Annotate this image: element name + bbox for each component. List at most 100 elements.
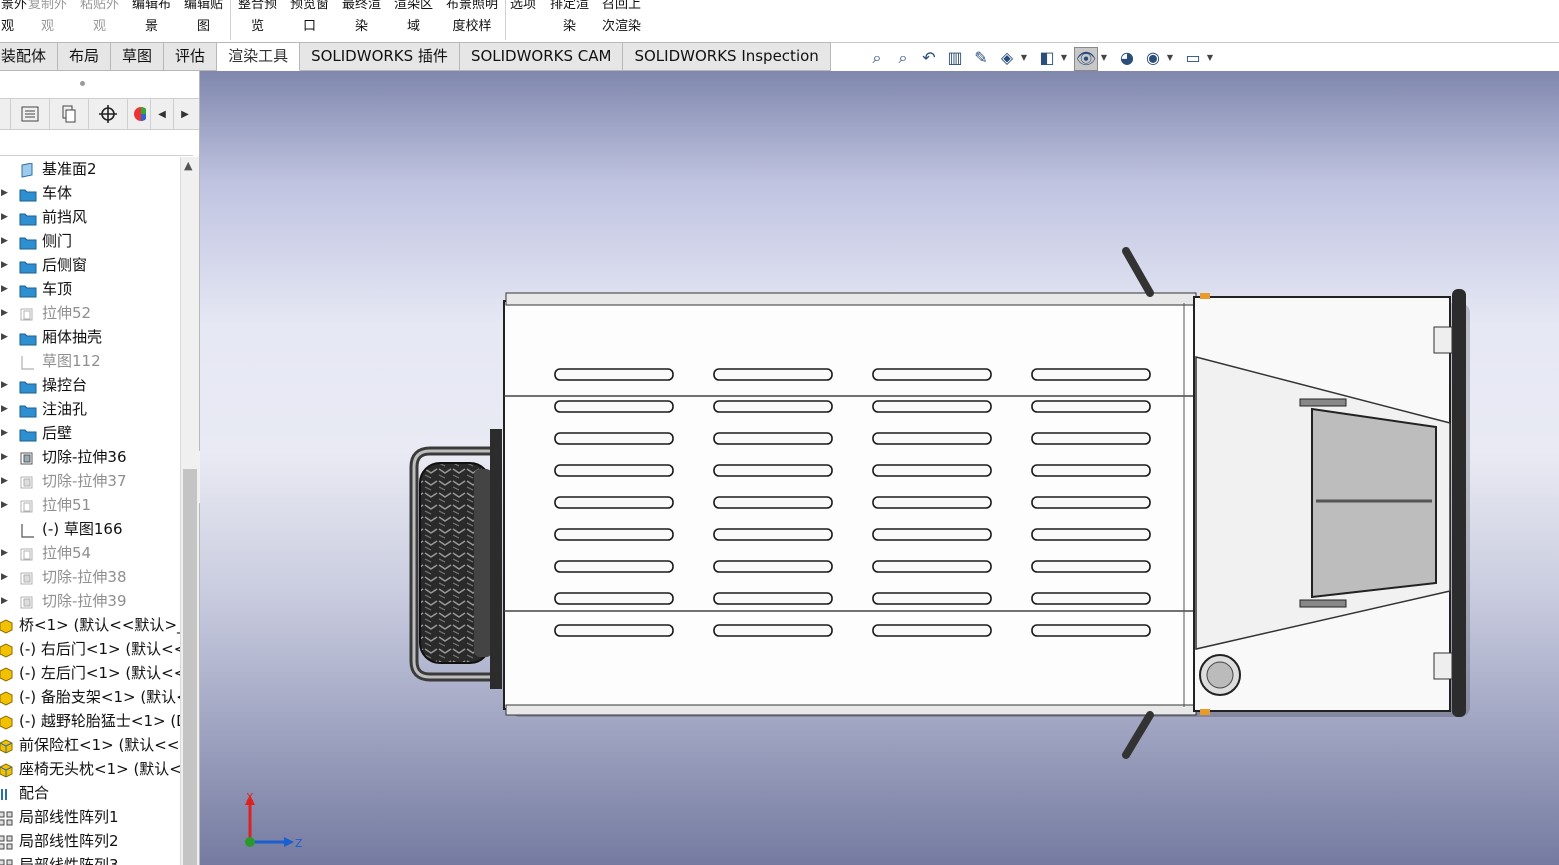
dimxpert-tab[interactable] (89, 99, 128, 129)
tree-node[interactable]: 座椅无头枕<1> (默认<< (0, 757, 180, 781)
scroll-up-icon[interactable]: ▲ (184, 159, 192, 172)
hide-show-items-icon[interactable]: 👁 (1074, 47, 1098, 71)
ribbon-button[interactable]: 编辑贴 图 (184, 0, 223, 38)
tab-scroll-right-button[interactable]: ▶ (174, 99, 196, 129)
tree-node[interactable]: (-) 左后门<1> (默认<<默 (0, 661, 180, 685)
chevron-down-icon[interactable]: ▼ (1100, 47, 1108, 69)
ribbon-button[interactable]: 整合预 览 (238, 0, 277, 38)
ribbon-button[interactable]: 编辑布 景 (132, 0, 171, 38)
tree-node[interactable]: ▶ 侧门 (0, 229, 180, 253)
tree-node[interactable]: ▶ 车顶 (0, 277, 180, 301)
tree-node[interactable]: (-) 备胎支架<1> (默认<< (0, 685, 180, 709)
ribbon-button[interactable]: 渲染区 域 (394, 0, 433, 38)
ribbon-button[interactable]: 复制外 观 (28, 0, 67, 38)
tree-node[interactable]: 局部线性阵列2 (0, 829, 180, 853)
chevron-down-icon[interactable]: ▼ (1166, 47, 1174, 69)
tree-node[interactable]: 配合 (0, 781, 180, 805)
tree-node[interactable]: 草图112 (0, 349, 180, 373)
display-style-icon[interactable]: ◧ (1036, 47, 1058, 69)
expand-arrow-icon[interactable]: ▶ (1, 565, 8, 589)
previous-view-icon[interactable]: ↶ (918, 47, 940, 69)
expand-arrow-icon[interactable]: ▶ (1, 301, 8, 325)
tree-node[interactable]: ▶ 拉伸51 (0, 493, 180, 517)
tab-4[interactable]: 渲染工具 (217, 42, 301, 71)
tab-2[interactable]: 草图 (111, 42, 165, 71)
tab-5[interactable]: SOLIDWORKS 插件 (300, 42, 460, 71)
tree-node[interactable]: 基准面2 (0, 157, 180, 181)
tree-node[interactable]: 前保险杠<1> (默认<<默认 (0, 733, 180, 757)
panel-grip-handle[interactable] (80, 81, 85, 86)
tree-node[interactable]: ▶ 拉伸54 (0, 541, 180, 565)
scrollbar-thumb[interactable] (183, 469, 197, 865)
tree-scrollbar[interactable]: ▲ (180, 157, 199, 865)
expand-arrow-icon[interactable]: ▶ (1, 469, 8, 493)
expand-arrow-icon[interactable]: ▶ (1, 445, 8, 469)
expand-arrow-icon[interactable]: ▶ (1, 229, 8, 253)
view-orientation-icon[interactable]: ◈ (996, 47, 1018, 69)
graphics-viewport[interactable]: X Z (200, 71, 1559, 865)
cut-icon (19, 593, 35, 609)
tab-scroll-left-button[interactable]: ◀ (151, 99, 174, 129)
tab-3[interactable]: 评估 (164, 42, 218, 71)
tree-node[interactable]: 局部线性阵列3 (0, 853, 180, 865)
expand-arrow-icon[interactable]: ▶ (1, 421, 8, 445)
expand-arrow-icon[interactable]: ▶ (1, 181, 8, 205)
tree-node[interactable]: ▶ 切除-拉伸38 (0, 565, 180, 589)
ribbon-button[interactable]: 布景照明 度校样 (446, 0, 498, 38)
configuration-manager-tab[interactable] (50, 99, 89, 129)
tree-node[interactable]: ▶ 切除-拉伸37 (0, 469, 180, 493)
chevron-down-icon[interactable]: ▼ (1020, 47, 1028, 69)
ribbon-button[interactable]: 最终渲 染 (342, 0, 381, 38)
ribbon-button[interactable]: 粘贴外 观 (80, 0, 119, 38)
tab-7[interactable]: SOLIDWORKS Inspection (623, 42, 831, 71)
tree-node[interactable]: ▶ 后侧窗 (0, 253, 180, 277)
expand-arrow-icon[interactable]: ▶ (1, 589, 8, 613)
zoom-to-area-icon[interactable]: ⌕ (892, 47, 914, 69)
edit-appearance-icon[interactable]: ◕ (1116, 47, 1138, 69)
expand-arrow-icon[interactable]: ▶ (1, 325, 8, 349)
tab-0[interactable]: 装配体 (0, 42, 59, 71)
ribbon-button[interactable]: 布景外 观 (0, 0, 27, 38)
tree-node[interactable]: 局部线性阵列1 (0, 805, 180, 829)
ribbon-button[interactable]: 召回上 次渲染 (602, 0, 641, 38)
tab-6[interactable]: SOLIDWORKS CAM (459, 42, 624, 71)
tree-node[interactable]: ▶ 车体 (0, 181, 180, 205)
tree-node[interactable]: (-) 越野轮胎猛士<1> (De (0, 709, 180, 733)
display-manager-tab[interactable] (128, 99, 151, 129)
tree-node[interactable]: ▶ 厢体抽壳 (0, 325, 180, 349)
tree-node[interactable]: ▶ 前挡风 (0, 205, 180, 229)
tree-node[interactable]: ▶ 切除-拉伸39 (0, 589, 180, 613)
tree-node[interactable]: (-) 草图166 (0, 517, 180, 541)
tree-node-label: 车体 (42, 184, 73, 202)
tree-node[interactable]: (-) 右后门<1> (默认<<默 (0, 637, 180, 661)
tree-node[interactable]: ▶ 操控台 (0, 373, 180, 397)
zoom-to-fit-icon[interactable]: ⌕ (866, 47, 888, 69)
property-manager-tab[interactable] (11, 99, 50, 129)
ribbon-button[interactable]: 预览窗 口 (290, 0, 329, 38)
tree-node[interactable]: ▶ 注油孔 (0, 397, 180, 421)
expand-arrow-icon[interactable]: ▶ (1, 493, 8, 517)
tree-node[interactable]: ▶ 拉伸52 (0, 301, 180, 325)
expand-arrow-icon[interactable]: ▶ (1, 541, 8, 565)
tree-node[interactable]: 桥<1> (默认<<默认>_外 (0, 613, 180, 637)
vent-slot (713, 592, 833, 605)
tree-node[interactable]: ▶ 切除-拉伸36 (0, 445, 180, 469)
view-settings-monitor-icon[interactable]: ▭ (1182, 47, 1204, 69)
tree-filter-input[interactable] (0, 130, 193, 156)
apply-scene-icon[interactable]: ◉ (1142, 47, 1164, 69)
chevron-down-icon[interactable]: ▼ (1060, 47, 1068, 69)
section-view-icon[interactable]: ▥ (944, 47, 966, 69)
expand-arrow-icon[interactable]: ▶ (1, 277, 8, 301)
triad-z-label: Z (295, 837, 303, 850)
chevron-down-icon[interactable]: ▼ (1206, 47, 1214, 69)
dynamic-annotation-icon[interactable]: ✎ (970, 47, 992, 69)
expand-arrow-icon[interactable]: ▶ (1, 253, 8, 277)
ribbon-button[interactable]: 排定渲 染 (550, 0, 589, 38)
expand-arrow-icon[interactable]: ▶ (1, 397, 8, 421)
tree-node[interactable]: ▶ 后壁 (0, 421, 180, 445)
ribbon-button[interactable]: 选项 (510, 0, 536, 16)
expand-arrow-icon[interactable]: ▶ (1, 205, 8, 229)
tab-1[interactable]: 布局 (58, 42, 112, 71)
manager-tab-partial[interactable] (0, 99, 11, 129)
expand-arrow-icon[interactable]: ▶ (1, 373, 8, 397)
